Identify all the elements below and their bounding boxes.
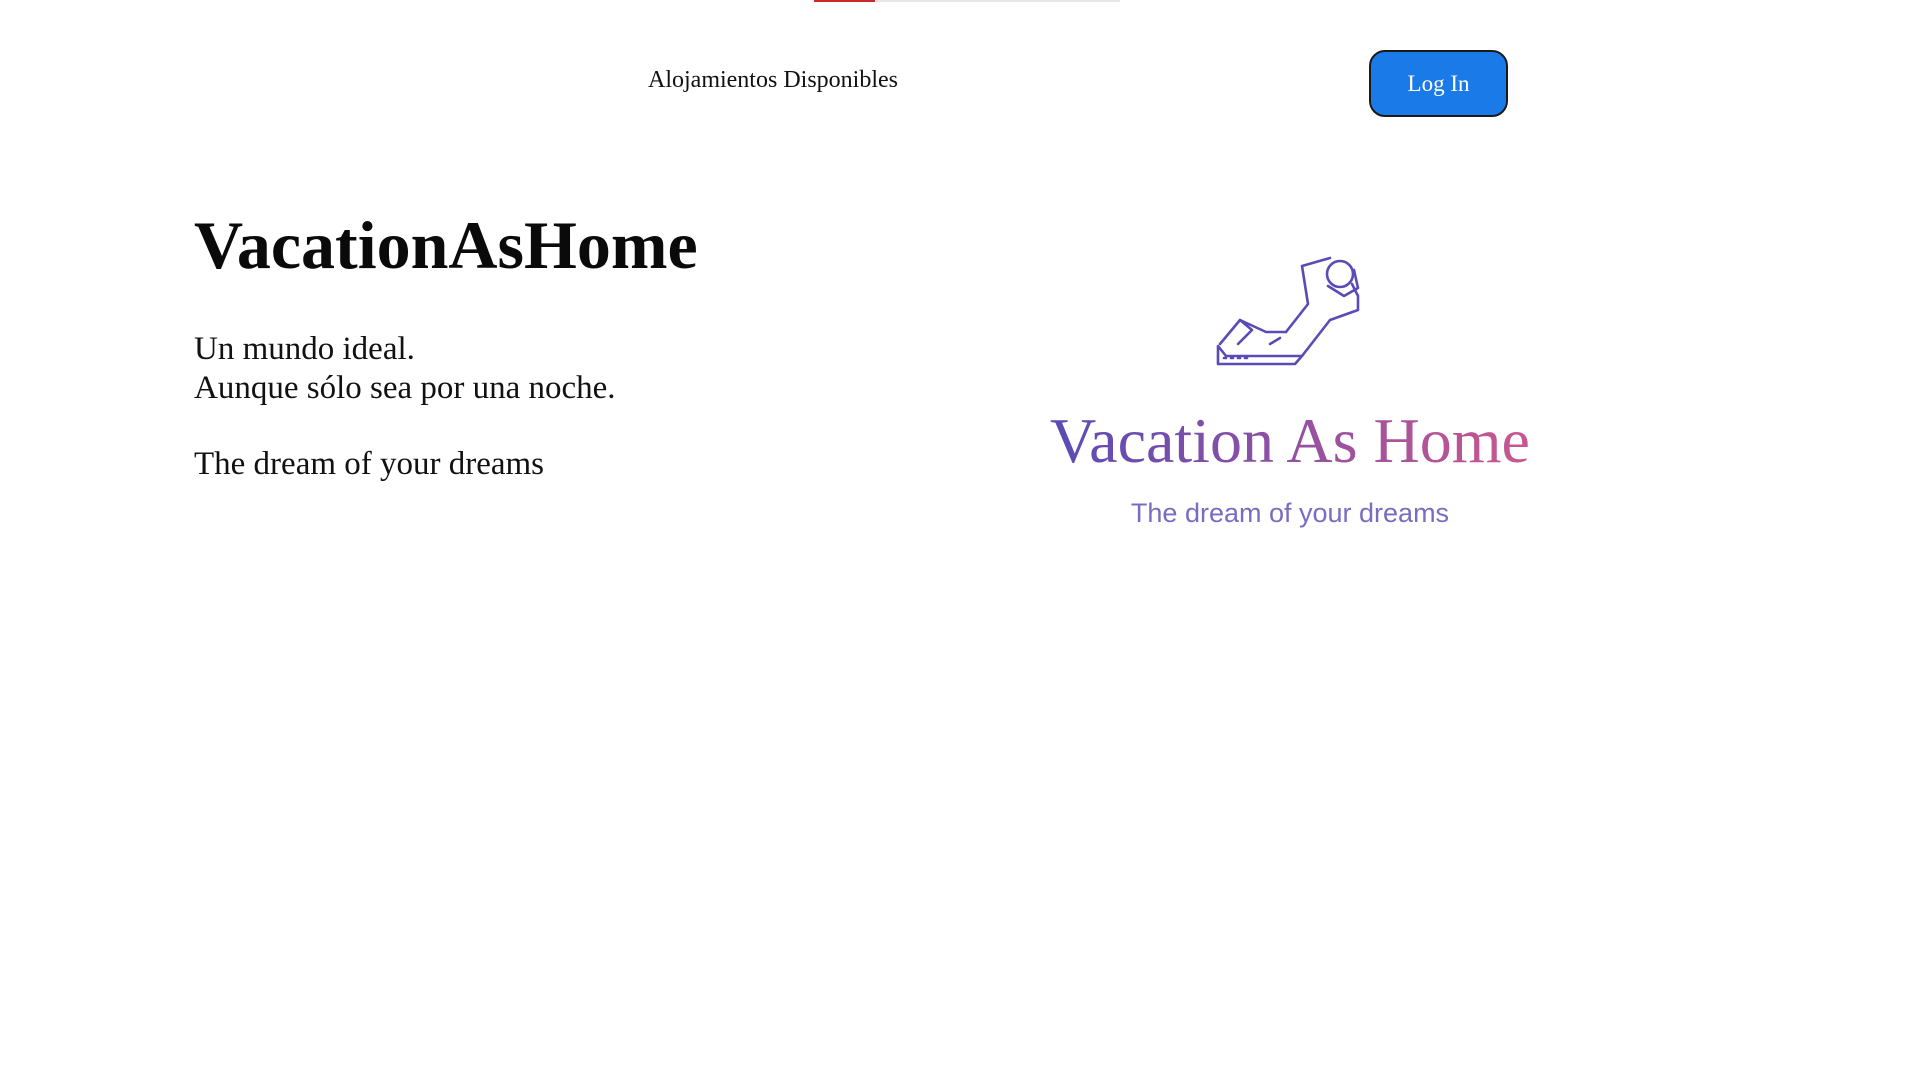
- loading-progress-fill: [814, 0, 876, 2]
- loading-progress-bar: [814, 0, 1120, 2]
- brand-logo: Vacation As Home The dream of your dream…: [1050, 256, 1530, 528]
- hero-line-1: Un mundo ideal.: [194, 331, 415, 367]
- hero-text: Un mundo ideal. Aunque sólo sea por una …: [194, 330, 616, 484]
- hero-tagline: The dream of your dreams: [194, 446, 545, 482]
- logo-slogan: The dream of your dreams: [1131, 498, 1449, 528]
- page: Alojamientos Disponibles Log In Vacation…: [0, 0, 1920, 1080]
- relaxing-person-icon: [1216, 256, 1360, 366]
- nav-link-alojamientos[interactable]: Alojamientos Disponibles: [648, 67, 898, 94]
- hero-line-2: Aunque sólo sea por una noche.: [194, 370, 616, 406]
- login-button[interactable]: Log In: [1369, 50, 1508, 117]
- logo-wordmark: Vacation As Home: [1050, 405, 1530, 476]
- page-title: VacationAsHome: [194, 207, 698, 283]
